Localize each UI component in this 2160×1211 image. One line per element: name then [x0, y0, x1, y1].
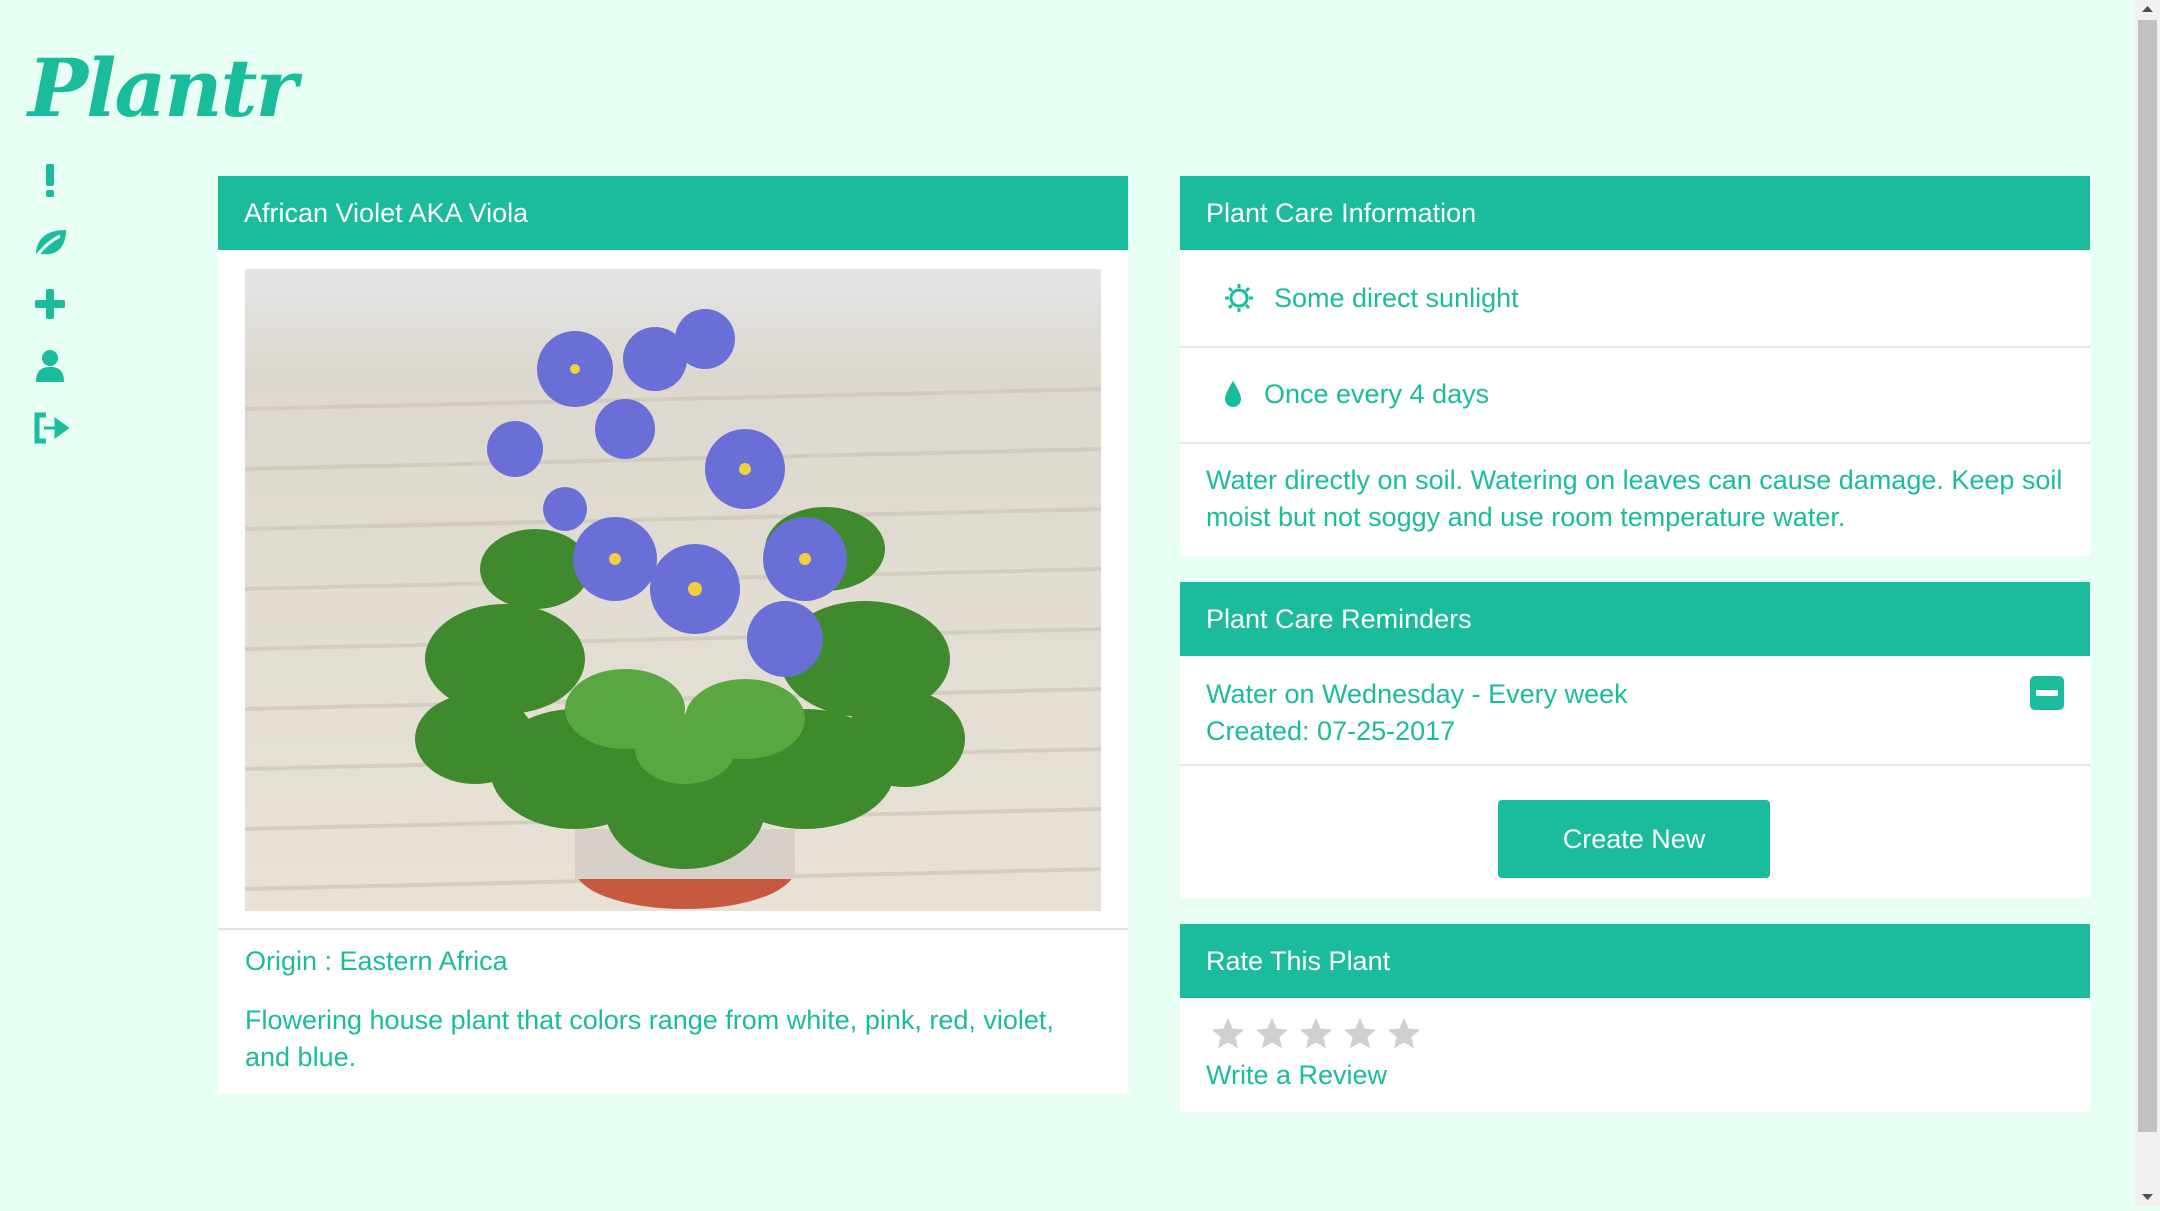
exclamation-icon[interactable]: [30, 160, 70, 200]
plus-icon[interactable]: [30, 284, 70, 324]
star-icon[interactable]: [1254, 1016, 1290, 1052]
star-icon[interactable]: [1298, 1016, 1334, 1052]
reminders-title: Plant Care Reminders: [1180, 582, 2090, 656]
scroll-down-icon[interactable]: [2135, 1188, 2160, 1206]
plant-title: African Violet AKA Viola: [218, 176, 1128, 250]
divider: [1180, 764, 2090, 766]
rating-title: Rate This Plant: [1180, 924, 2090, 998]
sunlight-text: Some direct sunlight: [1274, 282, 1519, 313]
remove-reminder-icon[interactable]: [2030, 676, 2064, 710]
leaf-icon[interactable]: [30, 222, 70, 262]
plant-photo: [245, 269, 1101, 911]
user-icon[interactable]: [30, 346, 70, 386]
plant-origin: Origin : Eastern Africa: [245, 946, 508, 976]
sidebar: [30, 160, 70, 470]
scrollbar[interactable]: [2135, 0, 2160, 1206]
watering-text: Once every 4 days: [1264, 378, 1490, 409]
care-info-title: Plant Care Information: [1180, 176, 2090, 250]
care-note: Water directly on soil. Watering on leav…: [1206, 465, 2063, 532]
divider: [218, 928, 1128, 930]
reminder-item: Water on Wednesday - Every week Created:…: [1206, 676, 1628, 750]
star-icon[interactable]: [1386, 1016, 1422, 1052]
care-info-card: Plant Care Information Some direct sunli…: [1180, 176, 2090, 556]
sign-out-icon[interactable]: [30, 408, 70, 448]
create-new-button[interactable]: Create New: [1498, 800, 1770, 878]
plant-detail-card: African Violet AKA Viola Origin: Easter…: [218, 176, 1128, 1094]
sunlight-row: Some direct sunlight: [1180, 250, 2090, 348]
star-icon[interactable]: [1210, 1016, 1246, 1052]
scroll-up-icon[interactable]: [2135, 0, 2160, 18]
write-review-link[interactable]: Write a Review: [1206, 1060, 1387, 1091]
water-drop-icon: [1222, 379, 1244, 409]
rating-card: Rate This Plant Write a Review: [1180, 924, 2090, 1112]
reminders-card: Plant Care Reminders Water on Wednesday …: [1180, 582, 2090, 898]
sun-icon: [1224, 283, 1254, 313]
app-logo[interactable]: Plantr: [28, 48, 298, 128]
reminder-text: Water on Wednesday - Every week: [1206, 679, 1628, 709]
star-icon[interactable]: [1342, 1016, 1378, 1052]
reminder-created: Created: 07-25-2017: [1206, 716, 1456, 746]
plant-description: Flowering house plant that colors range …: [245, 1005, 1054, 1072]
scrollbar-thumb[interactable]: [2138, 20, 2157, 1132]
watering-row: Once every 4 days: [1180, 346, 2090, 444]
star-rating[interactable]: [1210, 1016, 1422, 1052]
